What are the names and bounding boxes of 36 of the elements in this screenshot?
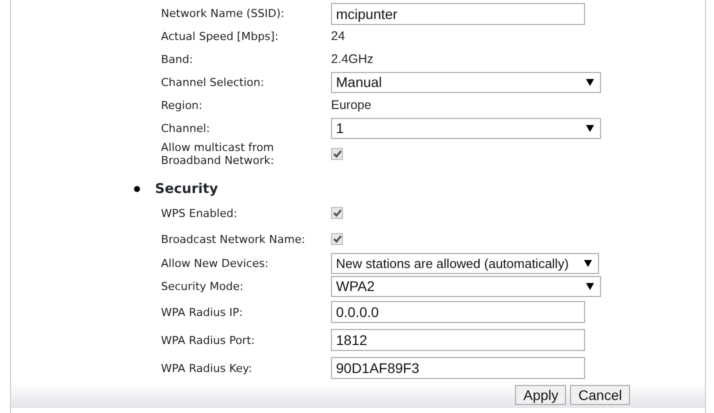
input-field[interactable]: 1812 [331, 329, 585, 351]
field-label: Network Name (SSID): [161, 7, 286, 20]
caret-icon [584, 260, 592, 267]
caret-icon [586, 79, 594, 86]
dropdown[interactable]: 1 [331, 118, 601, 139]
input-field[interactable]: 90D1AF89F3 [331, 357, 585, 379]
field-label: Allow multicast from Broadband Network: [161, 141, 276, 167]
section-heading: Security [155, 180, 218, 199]
field-value: Europe [331, 97, 372, 114]
field-value: 2.4GHz [331, 51, 374, 68]
field-value: 24 [331, 28, 345, 46]
input-field[interactable]: mcipunter [331, 2, 585, 24]
caret-icon [586, 125, 594, 132]
field-label: Channel: [161, 122, 211, 135]
field-label: Actual Speed [Mbps]: [161, 30, 280, 43]
dropdown[interactable]: New stations are allowed (automatically) [331, 253, 599, 274]
field-label: WPA Radius Port: [161, 334, 256, 346]
field-label: Broadcast Network Name: [161, 232, 306, 246]
field-label: WPA Radius Key: [161, 362, 254, 374]
dropdown[interactable]: Manual [331, 72, 601, 93]
dialog-button[interactable]: Apply [515, 385, 566, 405]
field-label: Channel Selection: [161, 76, 266, 89]
field-label: Allow New Devices: [161, 257, 270, 270]
field-label: WPS Enabled: [161, 206, 238, 220]
input-field[interactable]: 0.0.0.0 [331, 301, 585, 323]
checkbox[interactable] [331, 148, 343, 160]
dialog-button[interactable]: Cancel [570, 385, 630, 405]
checkbox[interactable] [331, 207, 343, 219]
checkbox[interactable] [331, 233, 343, 245]
bullet-icon [134, 186, 140, 192]
field-label: Band: [161, 53, 194, 66]
field-label: Security Mode: [161, 280, 244, 293]
field-label: WPA Radius IP: [161, 306, 244, 318]
dropdown[interactable]: WPA2 [331, 276, 601, 297]
field-label: Region: [161, 99, 204, 112]
caret-icon [586, 283, 594, 290]
